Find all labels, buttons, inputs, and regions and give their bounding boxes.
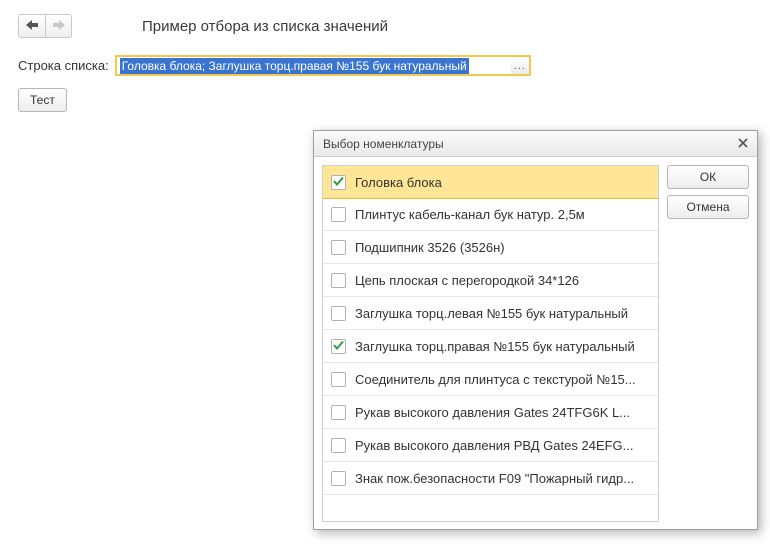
list-string-input-wrap: Головка блока; Заглушка торц.правая №155…	[115, 55, 531, 76]
list-item-label: Плинтус кабель-канал бук натур. 2,5м	[355, 207, 585, 222]
item-list[interactable]: Головка блока Плинтус кабель-канал бук на…	[322, 165, 659, 522]
ok-button[interactable]: ОК	[667, 165, 749, 189]
list-item-label: Головка блока	[355, 175, 442, 190]
list-item-label: Знак пож.безопасности F09 "Пожарный гидр…	[355, 471, 634, 486]
arrow-left-icon	[26, 19, 38, 33]
field-label: Строка списка:	[18, 58, 109, 73]
checkbox[interactable]	[331, 471, 346, 486]
dialog-title: Выбор номенклатуры	[323, 137, 444, 151]
list-item[interactable]: Заглушка торц.левая №155 бук натуральный	[323, 297, 658, 330]
cancel-button[interactable]: Отмена	[667, 195, 749, 219]
check-icon	[333, 175, 344, 190]
checkbox[interactable]	[331, 405, 346, 420]
dialog-close-button[interactable]	[735, 136, 751, 152]
list-item-label: Подшипник 3526 (3526н)	[355, 240, 505, 255]
close-icon	[738, 137, 748, 151]
list-item-label: Цепь плоская с перегородкой 34*126	[355, 273, 579, 288]
list-item-label: Рукав высокого давления РВД Gates 24EFG.…	[355, 438, 634, 453]
test-button[interactable]: Тест	[18, 88, 67, 112]
ok-button-label: ОК	[700, 170, 716, 184]
list-item[interactable]: Подшипник 3526 (3526н)	[323, 231, 658, 264]
dialog-titlebar: Выбор номенклатуры	[314, 131, 757, 157]
checkbox[interactable]	[331, 175, 346, 190]
list-item[interactable]: Знак пож.безопасности F09 "Пожарный гидр…	[323, 462, 658, 495]
checkbox[interactable]	[331, 339, 346, 354]
list-item-label: Заглушка торц.правая №155 бук натуральны…	[355, 339, 635, 354]
list-item[interactable]: Соединитель для плинтуса с текстурой №15…	[323, 363, 658, 396]
ellipsis-icon: ...	[514, 60, 526, 72]
list-item[interactable]: Головка блока	[322, 165, 659, 199]
list-string-selection: Головка блока; Заглушка торц.правая №155…	[120, 58, 469, 74]
page-title: Пример отбора из списка значений	[142, 18, 388, 35]
cancel-button-label: Отмена	[686, 200, 729, 214]
list-item[interactable]: Плинтус кабель-канал бук натур. 2,5м	[323, 198, 658, 231]
arrow-right-icon	[53, 19, 65, 33]
nav-back-button[interactable]	[19, 15, 45, 37]
test-button-label: Тест	[30, 93, 55, 107]
checkbox[interactable]	[331, 372, 346, 387]
checkbox[interactable]	[331, 438, 346, 453]
list-item[interactable]: Рукав высокого давления Gates 24TFG6K L.…	[323, 396, 658, 429]
list-item[interactable]: Заглушка торц.правая №155 бук натуральны…	[323, 330, 658, 363]
list-item-label: Соединитель для плинтуса с текстурой №15…	[355, 372, 636, 387]
nav-forward-button[interactable]	[45, 15, 71, 37]
checkbox[interactable]	[331, 207, 346, 222]
nav-buttons	[18, 14, 72, 38]
checkbox[interactable]	[331, 273, 346, 288]
list-item-label: Рукав высокого давления Gates 24TFG6K L.…	[355, 405, 630, 420]
check-icon	[333, 339, 344, 354]
list-string-input[interactable]: Головка блока; Заглушка торц.правая №155…	[117, 57, 511, 74]
checkbox[interactable]	[331, 240, 346, 255]
list-item-label: Заглушка торц.левая №155 бук натуральный	[355, 306, 628, 321]
list-item[interactable]: Цепь плоская с перегородкой 34*126	[323, 264, 658, 297]
list-item[interactable]: Рукав высокого давления РВД Gates 24EFG.…	[323, 429, 658, 462]
select-dialog: Выбор номенклатуры Головка блока Плинтус …	[313, 130, 758, 530]
picker-button[interactable]: ...	[511, 57, 529, 74]
checkbox[interactable]	[331, 306, 346, 321]
